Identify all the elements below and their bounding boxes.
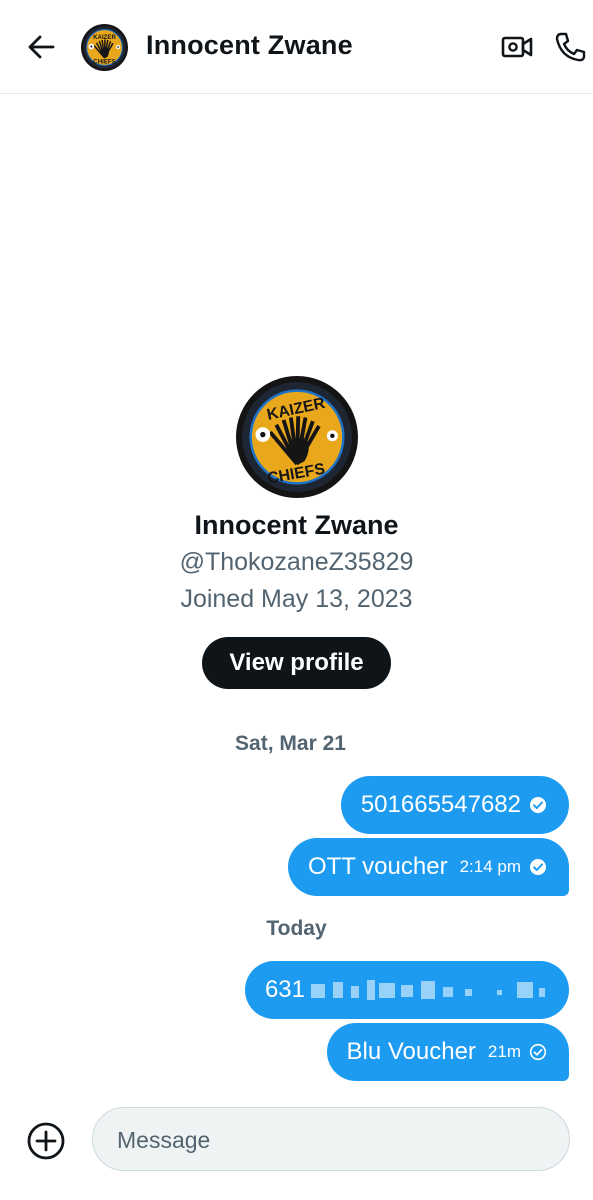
date-separator: Sat, Mar 21 [235,732,346,755]
message-composer[interactable] [92,1107,570,1172]
profile-handle: @ThokozaneZ35829 [179,548,414,576]
date-separator: Today [266,917,327,940]
message-bubble[interactable]: Blu Voucher 21m [326,1023,569,1081]
message-text: 501665547682 [360,791,521,818]
profile-joined-date: Joined May 13, 2023 [180,585,413,613]
view-profile-button[interactable]: View profile [202,637,391,689]
message-time: 21m [487,1042,521,1061]
message-time: 2:14 pm [459,857,521,876]
video-call-icon[interactable] [500,31,534,63]
phone-icon[interactable] [553,30,587,64]
message-text: Blu Voucher [346,1038,476,1065]
message-text: 631 [264,976,305,1003]
message-bubble[interactable]: OTT voucher 2:14 pm [287,838,569,896]
message-input[interactable] [115,1108,549,1172]
plus-circle-icon[interactable] [26,1121,66,1161]
chat-header: KAIZER CHIEFS Innocent Zwane [0,0,593,94]
message-bubble[interactable]: 631 [244,961,569,1019]
message-text: OTT voucher [307,853,448,880]
redacted-content [307,978,547,1002]
arrow-left-icon[interactable] [26,30,56,64]
read-receipt-icon [530,797,546,813]
profile-name: Innocent Zwane [194,510,399,540]
message-bubble[interactable]: 501665547682 [340,776,569,834]
read-receipt-icon [530,859,546,875]
profile-avatar[interactable]: KAIZER CHIEFS [236,376,358,498]
logo-text-bottom: CHIEFS [93,58,115,65]
conversation-title[interactable]: Innocent Zwane [146,30,353,61]
sent-check-icon [529,1043,547,1061]
logo-text-top: KAIZER [93,34,116,41]
avatar[interactable]: KAIZER CHIEFS [81,24,128,71]
